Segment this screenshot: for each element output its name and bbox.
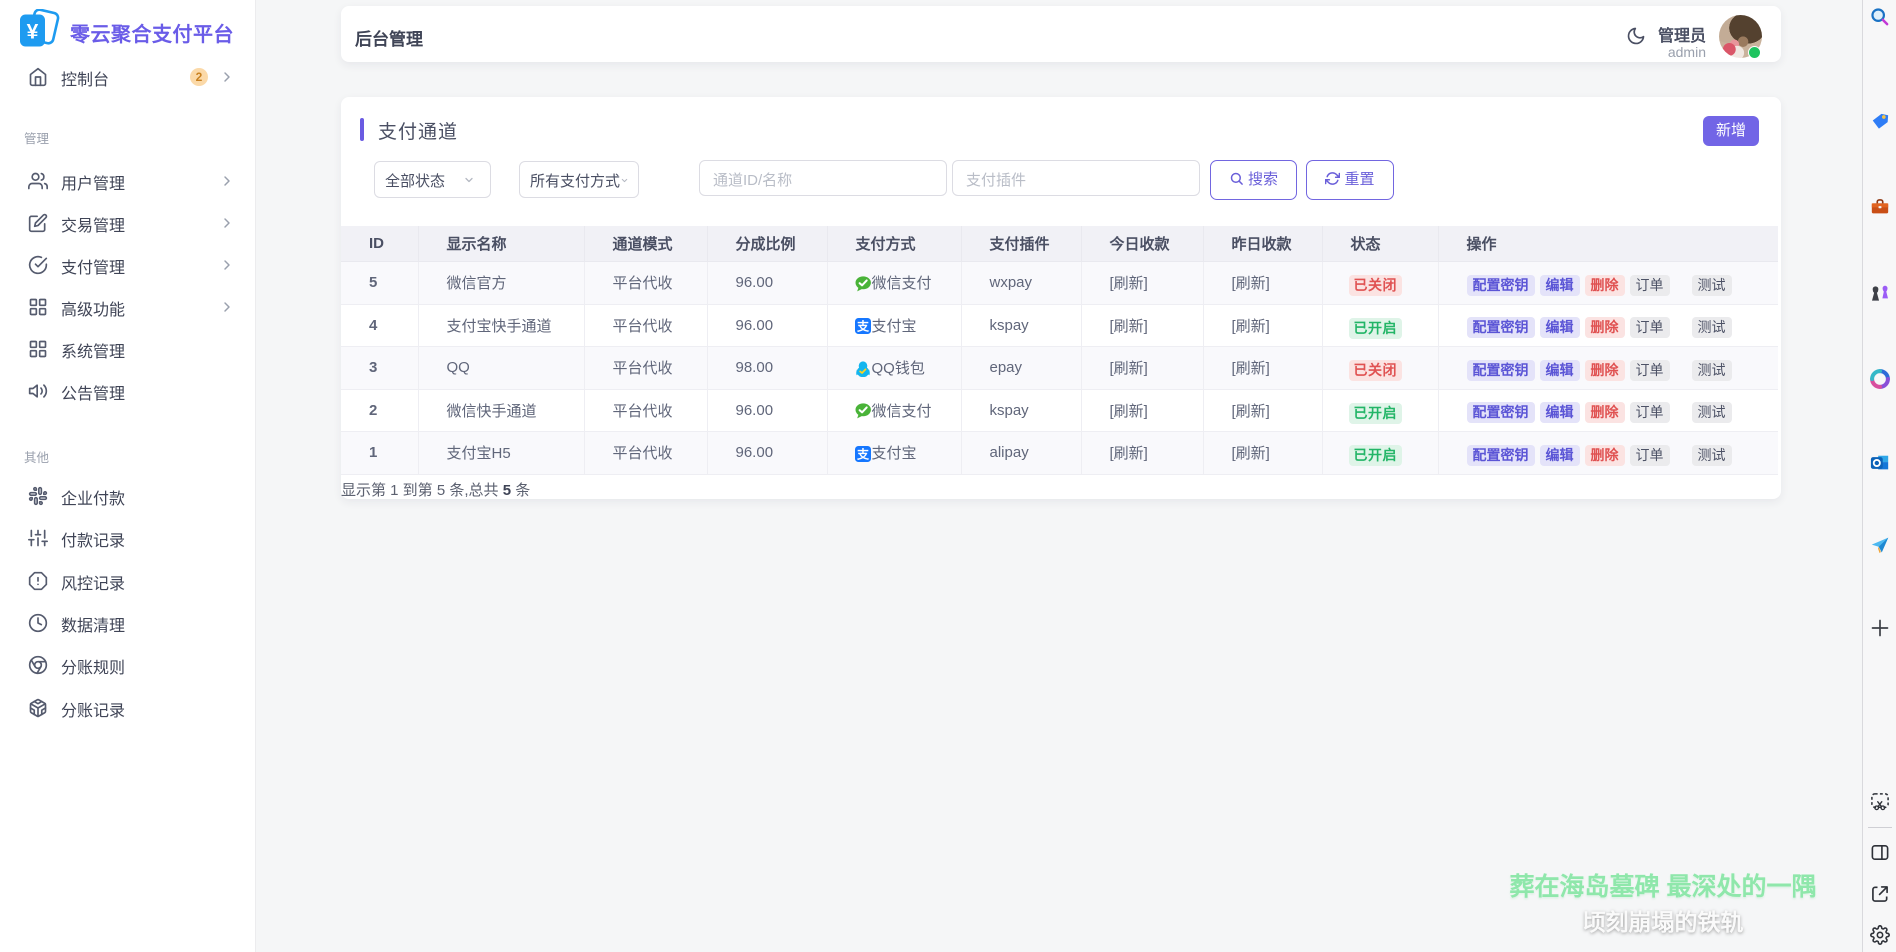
svg-text:¥: ¥ (27, 21, 39, 44)
